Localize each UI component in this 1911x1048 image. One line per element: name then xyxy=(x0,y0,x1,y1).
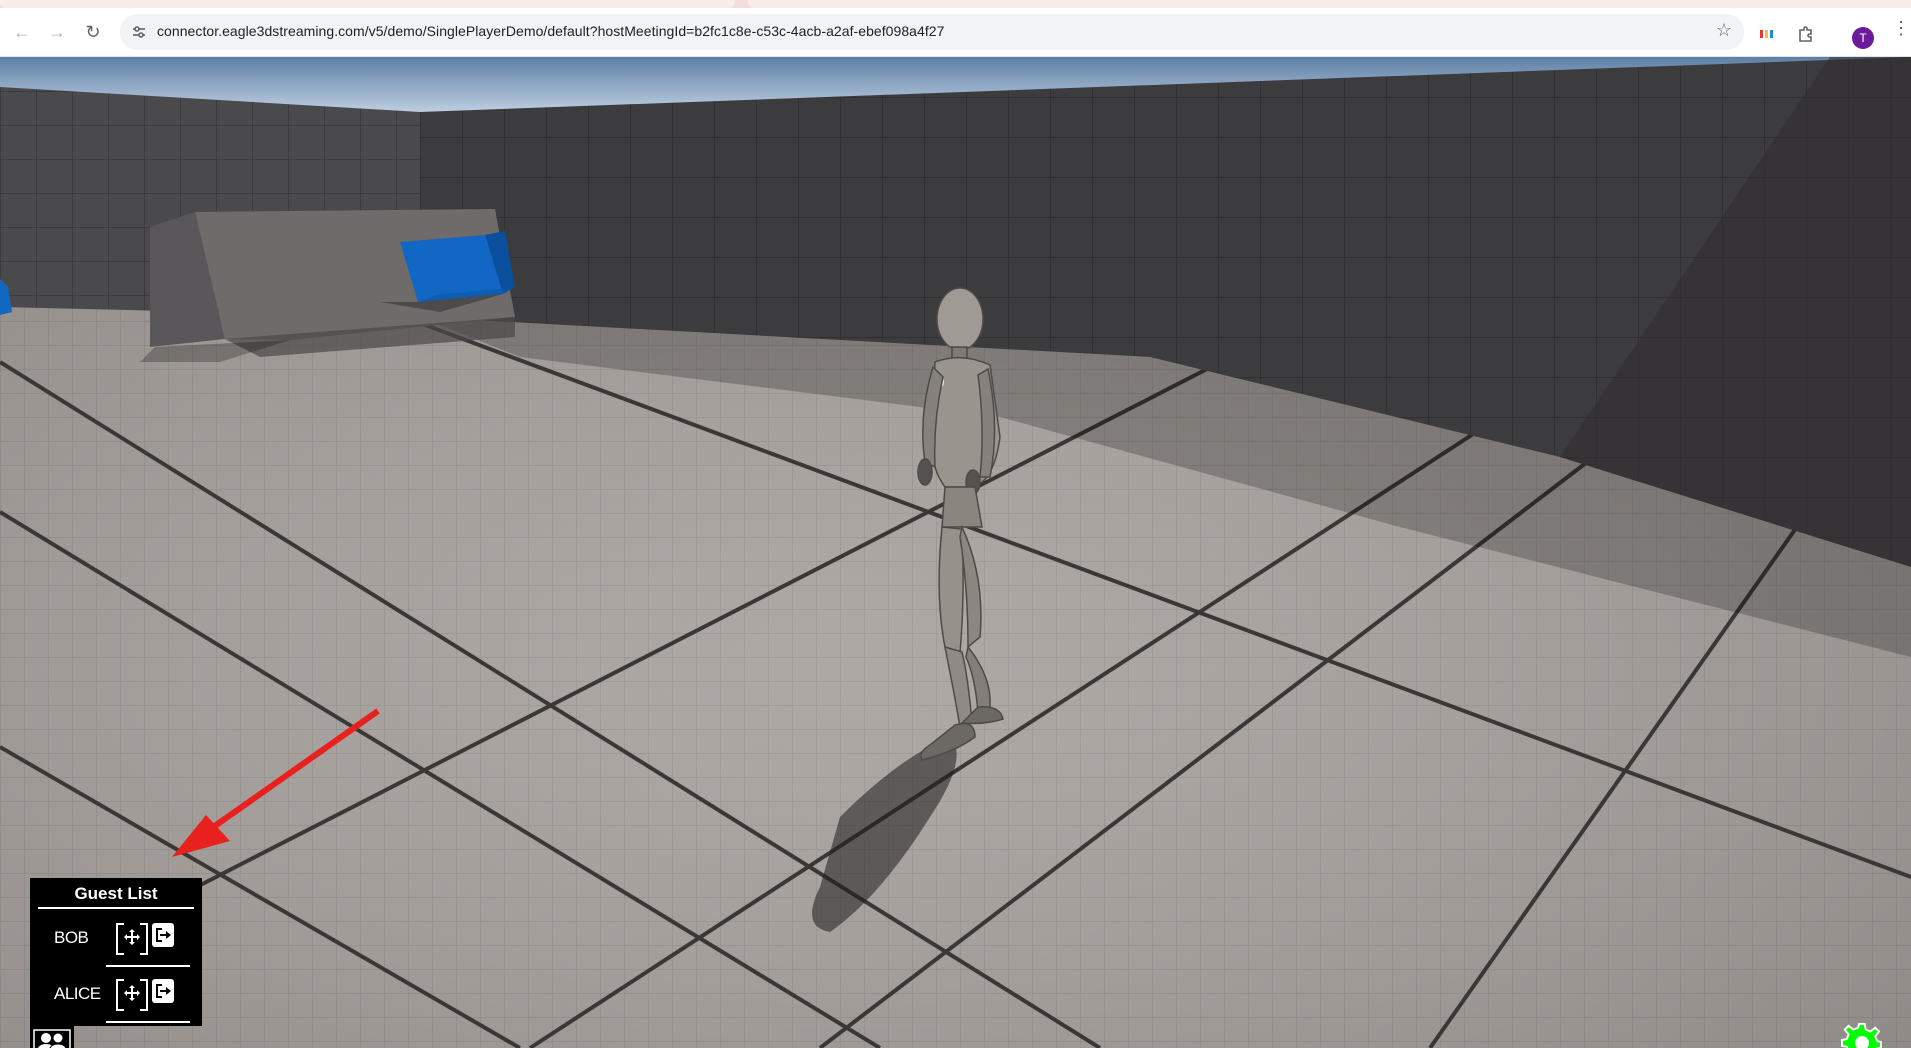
exit-arrow-icon xyxy=(156,984,171,998)
profile-avatar[interactable]: T xyxy=(1852,27,1874,49)
row-divider xyxy=(106,1021,190,1023)
browser-menu-icon[interactable]: ⋮ xyxy=(1892,19,1910,37)
guest-list-panel: Guest List BOB ALICE xyxy=(30,878,202,1026)
tab-strip xyxy=(0,0,1911,8)
address-bar[interactable]: connector.eagle3dstreaming.com/v5/demo/S… xyxy=(120,14,1744,50)
browser-toolbar: ← → ↻ connector.eagle3dstreaming.com/v5/… xyxy=(0,8,1911,57)
guest-list-title: Guest List xyxy=(74,884,158,903)
forward-arrow-icon: → xyxy=(48,21,66,42)
reload-button[interactable]: ↻ xyxy=(79,18,107,46)
back-arrow-icon: ← xyxy=(13,21,31,42)
kick-guest-button[interactable] xyxy=(152,979,174,1003)
extensions-puzzle-icon[interactable] xyxy=(1797,25,1815,43)
move-guest-button[interactable] xyxy=(116,977,148,1011)
browser-tab[interactable] xyxy=(0,0,735,8)
gear-icon xyxy=(1841,1022,1882,1048)
guest-row: BOB xyxy=(30,911,202,967)
guest-name: ALICE xyxy=(54,984,101,1003)
back-button[interactable]: ← xyxy=(8,18,36,46)
kick-guest-button[interactable] xyxy=(152,923,174,947)
extension-icon[interactable] xyxy=(1760,28,1774,40)
url-text[interactable]: connector.eagle3dstreaming.com/v5/demo/S… xyxy=(157,23,944,39)
move-arrows-icon xyxy=(124,985,140,1001)
settings-button[interactable] xyxy=(1841,1022,1883,1048)
reload-icon: ↻ xyxy=(85,21,101,42)
scene-render xyxy=(0,57,1911,1048)
forward-button[interactable]: → xyxy=(43,18,71,46)
move-guest-button[interactable] xyxy=(116,921,148,955)
title-divider xyxy=(38,907,194,909)
bookmark-star-icon[interactable]: ☆ xyxy=(1716,20,1732,41)
guest-name: BOB xyxy=(54,928,89,947)
site-info-icon[interactable] xyxy=(130,23,148,41)
browser-tab[interactable] xyxy=(748,0,1911,8)
move-arrows-icon xyxy=(124,929,140,945)
stream-viewport[interactable]: Guest List BOB ALICE xyxy=(0,57,1911,1048)
guest-list-toggle-button[interactable] xyxy=(30,1026,74,1048)
people-icon xyxy=(33,1029,71,1048)
guest-row: ALICE xyxy=(30,967,202,1023)
exit-arrow-icon xyxy=(156,928,171,942)
